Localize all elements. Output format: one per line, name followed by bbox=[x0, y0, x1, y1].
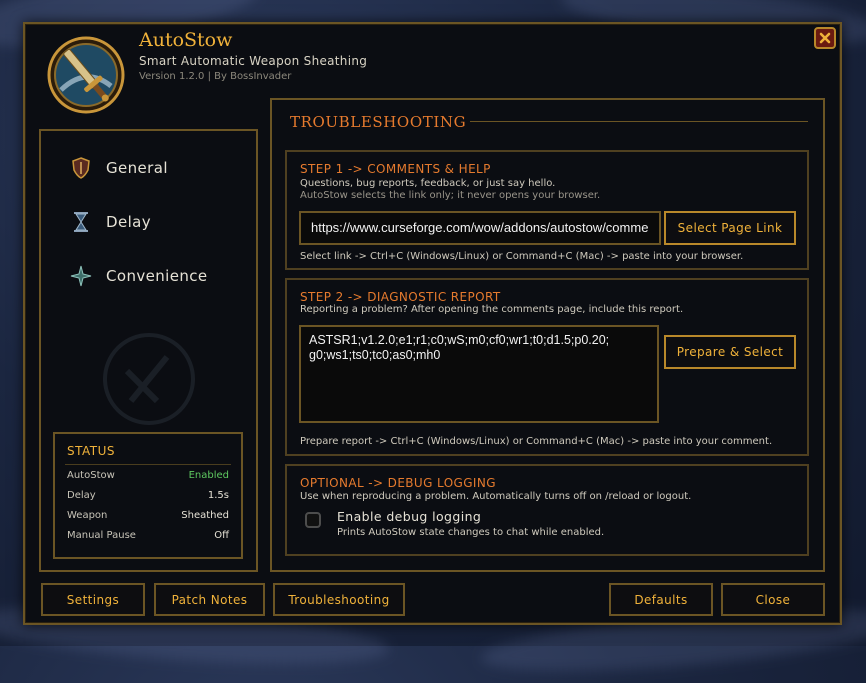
app-subtitle: Smart Automatic Weapon Sheathing bbox=[139, 54, 368, 68]
status-label: Manual Pause bbox=[67, 530, 136, 541]
section-hint: Select link -> Ctrl+C (Windows/Linux) or… bbox=[300, 251, 744, 262]
checkbox-label[interactable]: Enable debug logging bbox=[337, 509, 481, 524]
select-page-link-button[interactable]: Select Page Link bbox=[664, 211, 796, 245]
section-text: Reporting a problem? After opening the c… bbox=[300, 304, 684, 315]
section-text: Questions, bug reports, feedback, or jus… bbox=[300, 178, 556, 189]
section-text: AutoStow selects the link only; it never… bbox=[300, 190, 601, 201]
status-label: Weapon bbox=[67, 510, 108, 521]
status-row: Delay 1.5s bbox=[67, 490, 229, 506]
app-version: Version 1.2.0 | By BossInvader bbox=[139, 71, 292, 82]
settings-button[interactable]: Settings bbox=[41, 583, 145, 616]
close-button[interactable]: Close bbox=[721, 583, 825, 616]
checkbox-description: Prints AutoStow state changes to chat wh… bbox=[337, 527, 605, 538]
section-title: STEP 2 -> DIAGNOSTIC REPORT bbox=[300, 290, 501, 304]
sidebar-item-label: Delay bbox=[106, 213, 152, 231]
status-panel: STATUS AutoStow Enabled Delay 1.5s Weapo… bbox=[53, 432, 243, 559]
troubleshooting-button[interactable]: Troubleshooting bbox=[273, 583, 405, 616]
status-row: Weapon Sheathed bbox=[67, 510, 229, 526]
debug-logging-section: OPTIONAL -> DEBUG LOGGING Use when repro… bbox=[285, 464, 809, 556]
status-value: 1.5s bbox=[207, 490, 229, 501]
sidebar-item-convenience[interactable]: Convenience bbox=[70, 265, 208, 287]
star-icon bbox=[70, 265, 92, 287]
status-value: Enabled bbox=[188, 470, 229, 481]
status-value: Sheathed bbox=[181, 510, 229, 521]
section-hint: Prepare report -> Ctrl+C (Windows/Linux)… bbox=[300, 436, 773, 447]
prepare-select-button[interactable]: Prepare & Select bbox=[664, 335, 796, 369]
report-line: ASTSR1;v1.2.0;e1;r1;c0;wS;m0;cf0;wr1;t0;… bbox=[309, 333, 610, 347]
section-title: STEP 1 -> COMMENTS & HELP bbox=[300, 162, 491, 176]
status-row: AutoStow Enabled bbox=[67, 470, 229, 486]
app-title: AutoStow bbox=[139, 29, 233, 51]
close-window-button[interactable] bbox=[814, 27, 836, 49]
close-icon bbox=[818, 31, 832, 45]
hourglass-icon bbox=[70, 211, 92, 233]
report-line: g0;ws1;ts0;tc0;as0;mh0 bbox=[309, 348, 441, 362]
autostow-logo bbox=[47, 36, 125, 114]
page-link-field[interactable]: https://www.curseforge.com/wow/addons/au… bbox=[299, 211, 661, 245]
diagnostic-report-field[interactable]: ASTSR1;v1.2.0;e1;r1;c0;wS;m0;cf0;wr1;t0;… bbox=[299, 325, 659, 423]
status-value: Off bbox=[214, 530, 229, 541]
defaults-button[interactable]: Defaults bbox=[609, 583, 713, 616]
sidebar-item-general[interactable]: General bbox=[70, 157, 168, 179]
divider bbox=[65, 464, 231, 465]
patch-notes-button[interactable]: Patch Notes bbox=[154, 583, 265, 616]
status-label: Delay bbox=[67, 490, 96, 501]
status-row: Manual Pause Off bbox=[67, 530, 229, 546]
sidebar-item-delay[interactable]: Delay bbox=[70, 211, 151, 233]
sidebar-item-label: Convenience bbox=[106, 267, 208, 285]
sidebar-item-label: General bbox=[106, 159, 168, 177]
status-label: AutoStow bbox=[67, 470, 115, 481]
status-title: STATUS bbox=[67, 444, 116, 458]
step1-section: STEP 1 -> COMMENTS & HELP Questions, bug… bbox=[285, 150, 809, 270]
section-title: OPTIONAL -> DEBUG LOGGING bbox=[300, 476, 496, 490]
section-text: Use when reproducing a problem. Automati… bbox=[300, 491, 692, 502]
debug-logging-checkbox[interactable] bbox=[305, 512, 321, 528]
shield-icon bbox=[70, 157, 92, 179]
watermark-emblem bbox=[101, 331, 197, 431]
page-title: TROUBLESHOOTING bbox=[290, 113, 467, 131]
divider bbox=[470, 121, 808, 122]
step2-section: STEP 2 -> DIAGNOSTIC REPORT Reporting a … bbox=[285, 278, 809, 456]
